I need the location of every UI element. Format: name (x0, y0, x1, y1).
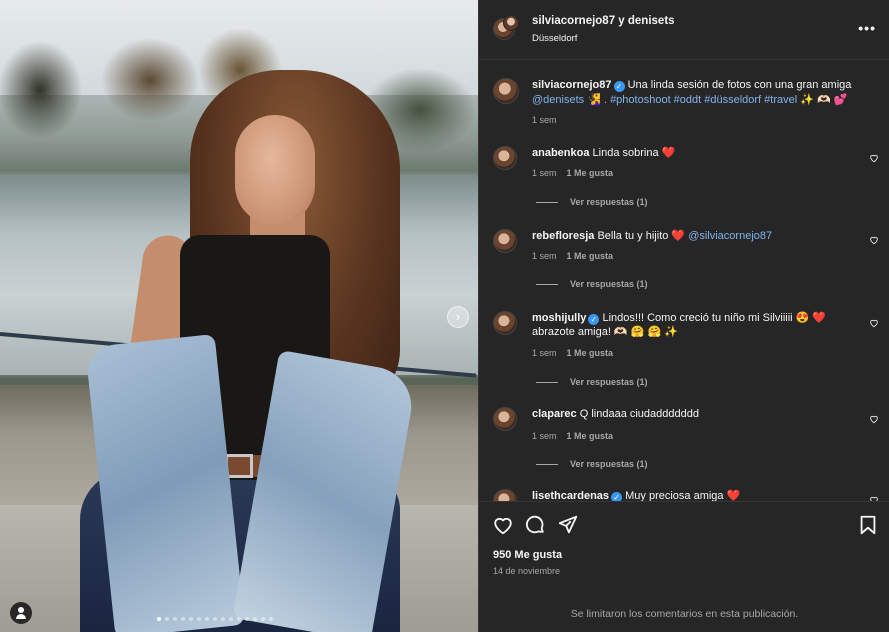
comment-time: 1 sem (532, 348, 557, 358)
avatar[interactable] (493, 146, 517, 170)
comment-text: Lindos!!! Como creció tu niño mi Silviii… (602, 312, 827, 324)
comment-likes[interactable]: 1 Me gusta (567, 251, 614, 261)
comment-mention[interactable]: @silviacornejo87 (688, 230, 772, 242)
comment-time: 1 sem (532, 168, 557, 178)
post-header: silviacornejo87 y denisets Düsseldorf ••… (479, 0, 889, 60)
post-panel: silviacornejo87 y denisets Düsseldorf ••… (478, 0, 889, 632)
verified-badge-icon: ✓ (588, 314, 600, 325)
send-icon[interactable] (557, 514, 579, 536)
comment-time: 1 sem (532, 431, 557, 441)
caption-username[interactable]: silviacornejo87 (532, 79, 612, 91)
heart-icon[interactable] (492, 514, 514, 536)
caption-hashtags[interactable]: 🧏‍♀️ . #photoshoot #oddt #düsseldorf #tr… (587, 94, 847, 106)
photo-subject (40, 70, 420, 632)
comment-likes[interactable]: 1 Me gusta (567, 348, 614, 358)
avatar[interactable] (493, 407, 517, 431)
carousel-dot (213, 617, 217, 621)
heart-icon[interactable] (869, 153, 879, 163)
carousel-dot (245, 617, 249, 621)
user-tag-icon[interactable] (10, 602, 32, 624)
comment-meta: 1 sem 1 Me gusta (532, 251, 613, 261)
comment-username[interactable]: anabenkoa (532, 147, 589, 159)
post-date: 14 de noviembre (493, 566, 561, 576)
comment: moshijully ✓ Lindos!!! Como creció tu niñ… (532, 311, 872, 326)
view-replies-link[interactable]: Ver respuestas (1) (536, 377, 648, 387)
comment-icon[interactable] (524, 514, 546, 536)
avatar[interactable] (493, 229, 517, 253)
avatar-secondary[interactable] (503, 15, 519, 31)
carousel-dot (261, 617, 265, 621)
caption: silviacornejo87 ✓ Una linda sesión de fot… (532, 78, 872, 93)
carousel-dot (189, 617, 193, 621)
comment-username[interactable]: lisethcardenas (532, 490, 609, 501)
carousel-dot (253, 617, 257, 621)
post-authors[interactable]: silviacornejo87 y denisets (532, 15, 675, 27)
post-viewer: › silviacornejo87 y denisets Düsseldorf … (0, 0, 889, 632)
comment: anabenkoa Linda sobrina ❤️ (532, 146, 872, 161)
avatar[interactable] (493, 311, 517, 335)
caption-mention[interactable]: @denisets (532, 94, 584, 106)
comment-likes[interactable]: 1 Me gusta (567, 431, 614, 441)
comment-username[interactable]: claparec (532, 408, 577, 420)
verified-badge-icon: ✓ (611, 492, 623, 501)
comment: claparec Q lindaaa ciudaddddddd (532, 407, 872, 422)
heart-icon[interactable] (869, 414, 879, 424)
comment-meta: 1 sem 1 Me gusta (532, 168, 613, 178)
verified-badge-icon: ✓ (613, 81, 625, 92)
more-horizontal-icon[interactable]: ••• (858, 20, 876, 36)
caption-text: Una linda sesión de fotos con una gran a… (627, 79, 852, 91)
comment-username[interactable]: rebefloresja (532, 230, 594, 242)
carousel-dots (157, 617, 273, 621)
comment-likes[interactable]: 1 Me gusta (567, 168, 614, 178)
carousel-dot (205, 617, 209, 621)
post-photo[interactable]: › (0, 0, 478, 632)
comment-username[interactable]: moshijully (532, 312, 586, 324)
comment-meta: 1 sem 1 Me gusta (532, 348, 613, 358)
caption-avatar[interactable] (493, 78, 519, 104)
comment-clip: lisethcardenas ✓ Muy preciosa amiga ❤️ (479, 486, 889, 501)
comment-text: Bella tu y hijito ❤️ (597, 230, 686, 242)
carousel-dot (157, 617, 161, 621)
comment-text-line-2: abrazote amiga! 🫶🏻 🤗 🤗 ✨ (532, 326, 678, 338)
view-replies-link[interactable]: Ver respuestas (1) (536, 197, 648, 207)
chevron-right-icon[interactable]: › (447, 306, 469, 328)
comment: rebefloresja Bella tu y hijito ❤️ @silvi… (532, 229, 872, 244)
view-replies-link[interactable]: Ver respuestas (1) (536, 279, 648, 289)
post-actions: 950 Me gusta 14 de noviembre Se limitaro… (479, 501, 889, 631)
comments-limited-notice: Se limitaron los comentarios en esta pub… (570, 608, 799, 620)
view-replies-link[interactable]: Ver respuestas (1) (536, 459, 648, 469)
comment-text: Muy preciosa amiga ❤️ (625, 490, 741, 501)
carousel-dot (173, 617, 177, 621)
heart-icon[interactable] (869, 235, 879, 245)
avatar[interactable] (493, 489, 517, 501)
heart-icon[interactable] (869, 318, 879, 328)
carousel-dot (237, 617, 241, 621)
comment-text: Q lindaaa ciudaddddddd (579, 408, 699, 420)
carousel-dot (221, 617, 225, 621)
carousel-dot (269, 617, 273, 621)
caption-line-2: @denisets 🧏‍♀️ . #photoshoot #oddt #düss… (532, 93, 872, 108)
comment-text: Linda sobrina ❤️ (592, 147, 676, 159)
comment: lisethcardenas ✓ Muy preciosa amiga ❤️ (532, 489, 872, 501)
carousel-dot (181, 617, 185, 621)
comment-time: 1 sem (532, 251, 557, 261)
carousel-dot (197, 617, 201, 621)
caption-time: 1 sem (532, 115, 557, 125)
carousel-dot (229, 617, 233, 621)
carousel-dot (165, 617, 169, 621)
likes-count[interactable]: 950 Me gusta (493, 549, 562, 561)
post-location[interactable]: Düsseldorf (532, 33, 577, 44)
comment-meta: 1 sem 1 Me gusta (532, 431, 613, 441)
bookmark-icon[interactable] (857, 514, 879, 536)
